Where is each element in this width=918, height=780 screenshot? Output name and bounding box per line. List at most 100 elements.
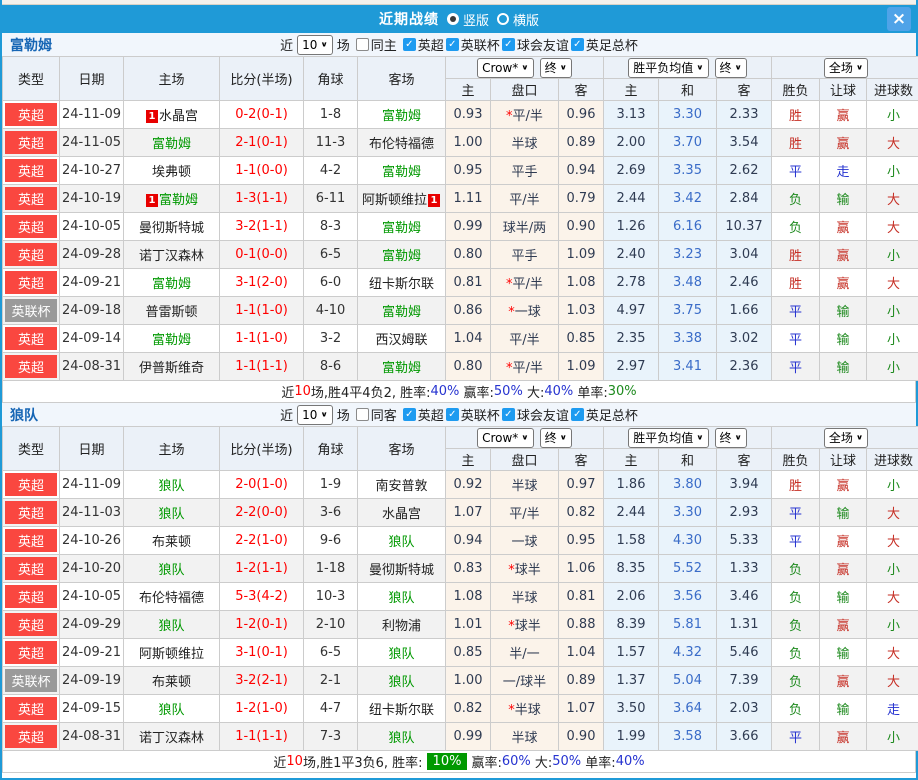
- chevron-down-icon: ∨: [855, 433, 864, 442]
- col-odds-away: 客: [558, 78, 604, 101]
- handicap-result-cell: 输: [819, 324, 868, 353]
- col-result-wdl: 胜负: [771, 78, 821, 101]
- away-team-cell: 曼彻斯特城: [357, 554, 446, 583]
- red-card-badge: 1: [428, 194, 440, 207]
- score-cell: 1-1(1-0): [219, 324, 304, 353]
- summary-segment: 近: [281, 386, 295, 401]
- away-odds-cell: 0.85: [558, 324, 604, 353]
- handicap-result-cell: 赢: [819, 722, 868, 751]
- competition-checkbox[interactable]: ✓ 球会友谊: [501, 35, 569, 54]
- same-venue-checkbox[interactable]: 同客: [355, 405, 397, 424]
- corner-cell: 6-0: [303, 268, 358, 297]
- corner-cell: 2-1: [303, 666, 358, 695]
- corner-cell: 4-10: [303, 296, 358, 325]
- odds-period-select[interactable]: 终 ∨: [539, 57, 572, 78]
- handicap-result-cell: 赢: [819, 554, 868, 583]
- home-team-name: 诺丁汉森林: [138, 249, 204, 264]
- match-row: 英超 24-09-21 富勒姆 3-1(2-0) 6-0 纽卡斯尔联 0.81 *平/半 1.0…: [2, 268, 918, 297]
- competition-checkbox[interactable]: ✓ 英联杯: [445, 35, 500, 54]
- score-cell: 1-2(1-1): [219, 554, 304, 583]
- avg-away-cell: 2.36: [715, 352, 773, 381]
- handicap-result-cell: 输: [819, 352, 868, 381]
- summary-segment: 场,胜4平4负2, 胜率:: [310, 386, 431, 401]
- same-venue-checkbox[interactable]: 同主: [355, 35, 397, 54]
- goals-result-cell: 小: [866, 100, 918, 129]
- away-odds-cell: 0.82: [558, 498, 604, 527]
- odds-provider-select[interactable]: Crow* ∨: [477, 57, 534, 78]
- window-title: 近期战绩: [378, 12, 439, 28]
- games-count-select[interactable]: 10 ∨: [297, 34, 333, 55]
- avg-type-select[interactable]: 胜平负均值 ∨: [628, 57, 709, 78]
- radio-unselected-icon: [497, 13, 509, 25]
- close-button[interactable]: ×: [887, 7, 911, 31]
- col-corner: 角球: [303, 56, 358, 101]
- away-odds-cell: 0.97: [558, 470, 604, 499]
- chevron-down-icon: ∨: [320, 40, 328, 49]
- wdl-result-cell: 负: [771, 638, 821, 667]
- competition-checkbox[interactable]: ✓ 英联杯: [445, 405, 500, 424]
- home-odds-cell: 0.80: [445, 352, 491, 381]
- home-team-cell: 曼彻斯特城: [123, 212, 220, 241]
- wdl-result-cell: 平: [771, 324, 821, 353]
- handicap-cell: *平/半: [490, 100, 559, 129]
- odds-provider-select[interactable]: Crow* ∨: [477, 427, 534, 448]
- avg-type-select[interactable]: 胜平负均值 ∨: [628, 427, 709, 448]
- games-count-select[interactable]: 10 ∨: [297, 404, 333, 425]
- away-odds-cell: 0.96: [558, 100, 604, 129]
- match-scope-value: 全场: [828, 61, 853, 75]
- away-team-name: 富勒姆: [381, 305, 421, 320]
- away-team-cell: 富勒姆: [357, 240, 446, 269]
- handicap-cell: *球半: [490, 554, 559, 583]
- goals-result-cell: 小: [866, 722, 918, 751]
- wdl-result-cell: 平: [771, 352, 821, 381]
- handicap-cell: 半/一: [490, 638, 559, 667]
- live-star-icon: *: [508, 703, 515, 718]
- score-cell: 1-1(1-1): [219, 722, 304, 751]
- competition-checkbox[interactable]: ✓ 英超: [402, 35, 444, 54]
- home-odds-cell: 0.80: [445, 240, 491, 269]
- home-team-name: 狼队: [158, 619, 185, 634]
- red-card-badge: 1: [145, 110, 158, 123]
- avg-home-cell: 2.78: [603, 268, 659, 297]
- checkbox-checked-icon: ✓: [501, 38, 515, 51]
- score-cell: 2-2(1-0): [219, 526, 304, 555]
- corner-cell: 8-6: [303, 352, 358, 381]
- competition-cell: 英超: [2, 554, 60, 583]
- odds-period-select[interactable]: 终 ∨: [539, 427, 572, 448]
- summary-segment: 场,胜1平3负6, 胜率:: [302, 756, 423, 771]
- date-cell: 24-08-31: [59, 722, 124, 751]
- avg-group-header: 胜平负均值 ∨ 终 ∨: [602, 56, 773, 79]
- away-team-cell: 狼队: [357, 582, 446, 611]
- avg-period-select[interactable]: 终 ∨: [714, 57, 747, 78]
- avg-draw-cell: 4.30: [658, 526, 717, 555]
- competition-checkbox[interactable]: ✓ 英足总杯: [570, 35, 638, 54]
- away-odds-cell: 0.88: [558, 610, 604, 639]
- summary-segment: 10: [286, 754, 303, 769]
- avg-home-cell: 1.86: [603, 470, 659, 499]
- wdl-result-cell: 胜: [771, 268, 821, 297]
- wdl-result-cell: 负: [771, 212, 821, 241]
- handicap-result-cell: 赢: [819, 240, 868, 269]
- competition-checkbox[interactable]: ✓ 英超: [402, 405, 444, 424]
- avg-away-cell: 3.94: [715, 470, 773, 499]
- checkbox-checked-icon: ✓: [402, 38, 416, 51]
- away-team-name: 富勒姆: [381, 109, 421, 124]
- away-odds-cell: 0.79: [558, 184, 604, 213]
- competition-checkbox[interactable]: ✓ 英足总杯: [570, 405, 638, 424]
- layout-radio-vertical[interactable]: 竖版: [446, 10, 489, 29]
- home-odds-cell: 0.99: [445, 212, 491, 241]
- team-section: 狼队 近 10 ∨ 场 同客 ✓英超✓英联杯✓球会友谊✓英足总杯: [2, 403, 918, 773]
- avg-draw-cell: 3.41: [658, 352, 717, 381]
- close-icon: ×: [891, 8, 907, 29]
- match-scope-select[interactable]: 全场 ∨: [823, 57, 869, 78]
- avg-draw-cell: 3.38: [658, 324, 717, 353]
- date-cell: 24-10-05: [59, 582, 124, 611]
- date-cell: 24-09-29: [59, 610, 124, 639]
- competition-cell: 英超: [2, 526, 60, 555]
- competition-badge: 英超: [5, 215, 57, 238]
- layout-radio-horizontal[interactable]: 横版: [497, 10, 539, 29]
- match-scope-select[interactable]: 全场 ∨: [823, 427, 869, 448]
- avg-period-select[interactable]: 终 ∨: [714, 427, 747, 448]
- away-team-cell: 水晶宫: [357, 498, 446, 527]
- competition-checkbox[interactable]: ✓ 球会友谊: [501, 405, 569, 424]
